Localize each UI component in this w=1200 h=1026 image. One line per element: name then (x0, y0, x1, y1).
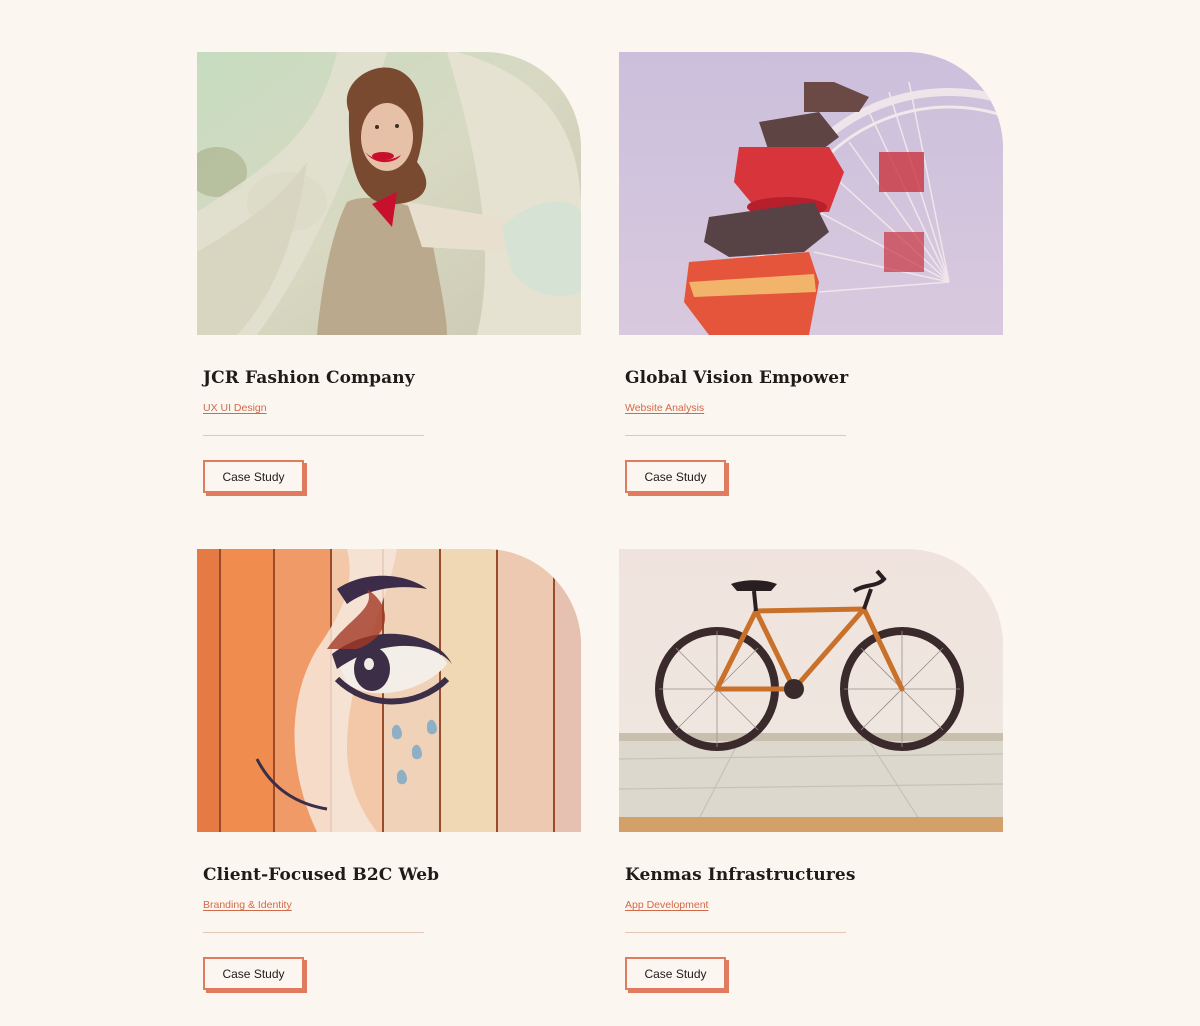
case-study-button[interactable]: Case Study (625, 957, 726, 990)
divider (203, 435, 424, 436)
project-title[interactable]: Global Vision Empower (625, 368, 848, 388)
divider (203, 932, 424, 933)
project-image-fashion[interactable] (197, 52, 581, 335)
project-category-link[interactable]: Website Analysis (625, 402, 704, 414)
case-study-button[interactable]: Case Study (203, 957, 304, 990)
case-study-button[interactable]: Case Study (625, 460, 726, 493)
project-image-ferris-wheel[interactable] (619, 52, 1003, 335)
project-image-bicycle[interactable] (619, 549, 1003, 832)
project-title[interactable]: JCR Fashion Company (203, 368, 415, 388)
project-category-link[interactable]: UX UI Design (203, 402, 267, 414)
case-study-button[interactable]: Case Study (203, 460, 304, 493)
project-title[interactable]: Client-Focused B2C Web (203, 865, 439, 885)
project-image-mural[interactable] (197, 549, 581, 832)
project-category-link[interactable]: App Development (625, 899, 708, 911)
project-title[interactable]: Kenmas Infrastructures (625, 865, 856, 885)
divider (625, 932, 846, 933)
project-category-link[interactable]: Branding & Identity (203, 899, 292, 911)
divider (625, 435, 846, 436)
